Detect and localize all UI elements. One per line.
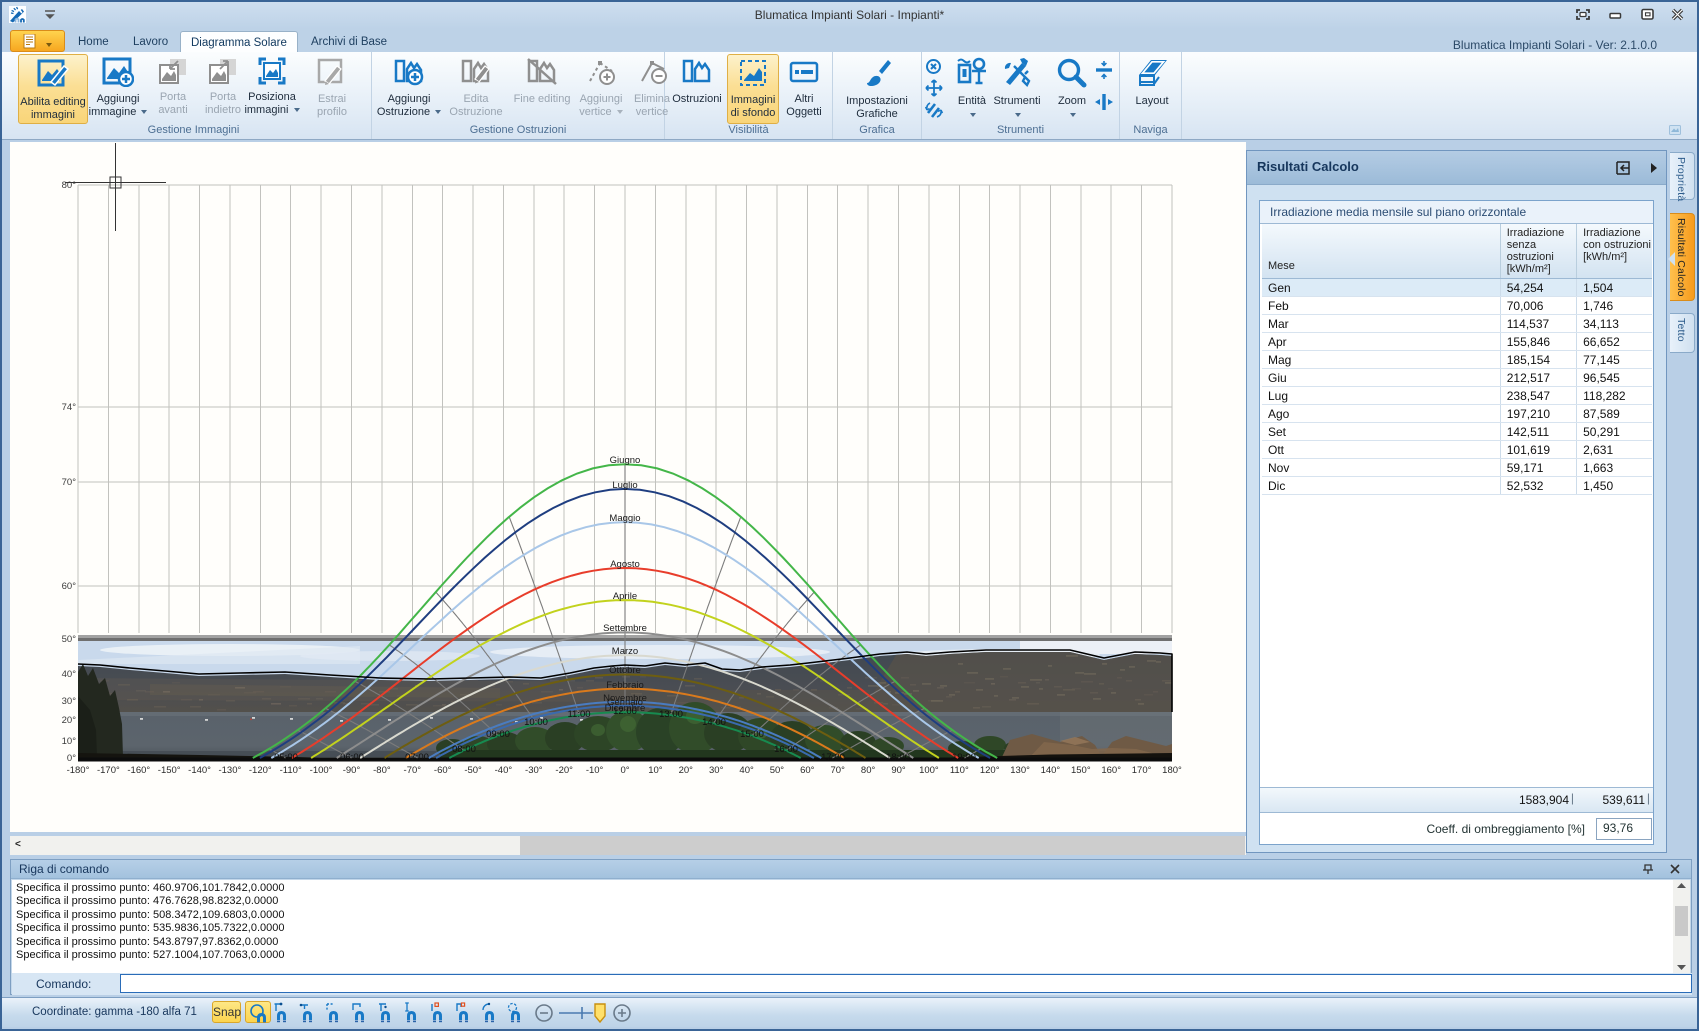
svg-text:05:00: 05:00 [274, 752, 298, 763]
svg-text:74°: 74° [62, 402, 77, 413]
svg-text:-150°: -150° [158, 765, 181, 776]
svg-text:Luglio: Luglio [612, 480, 637, 491]
svg-text:-160°: -160° [127, 765, 150, 776]
svg-text:100°: 100° [919, 765, 939, 776]
svg-text:-30°: -30° [525, 765, 543, 776]
svg-text:06:00: 06:00 [340, 752, 364, 763]
svg-text:40°: 40° [62, 669, 77, 680]
svg-text:Giugno: Giugno [610, 455, 641, 466]
svg-text:Settembre: Settembre [603, 623, 647, 634]
svg-text:Febbraio: Febbraio [606, 680, 644, 691]
svg-text:-180°: -180° [67, 765, 90, 776]
svg-text:10:00: 10:00 [524, 717, 548, 728]
svg-text:60°: 60° [62, 581, 77, 592]
svg-text:15:00: 15:00 [740, 729, 764, 740]
svg-text:60°: 60° [800, 765, 815, 776]
svg-text:150°: 150° [1071, 765, 1091, 776]
svg-text:50°: 50° [770, 765, 785, 776]
svg-text:-120°: -120° [249, 765, 272, 776]
svg-text:70°: 70° [62, 477, 77, 488]
svg-text:-100°: -100° [310, 765, 333, 776]
svg-text:140°: 140° [1041, 765, 1061, 776]
svg-text:-50°: -50° [464, 765, 482, 776]
svg-text:13:00: 13:00 [659, 709, 683, 720]
svg-text:Maggio: Maggio [609, 513, 640, 524]
svg-text:12:00: 12:00 [613, 706, 637, 717]
svg-text:0°: 0° [67, 753, 76, 764]
svg-text:19:00: 19:00 [952, 752, 976, 763]
svg-text:14:00: 14:00 [702, 717, 726, 728]
svg-text:11:00: 11:00 [567, 709, 590, 720]
svg-text:30°: 30° [62, 696, 77, 707]
svg-text:-90°: -90° [343, 765, 361, 776]
svg-text:16:00: 16:00 [774, 744, 798, 755]
svg-text:20°: 20° [62, 715, 77, 726]
svg-text:-170°: -170° [97, 765, 120, 776]
svg-text:09:00: 09:00 [486, 729, 510, 740]
svg-text:08:00: 08:00 [452, 744, 476, 755]
svg-text:180°: 180° [1162, 765, 1182, 776]
svg-text:Agosto: Agosto [610, 559, 640, 570]
svg-text:-10°: -10° [586, 765, 604, 776]
svg-text:110°: 110° [950, 765, 969, 776]
svg-text:20°: 20° [679, 765, 694, 776]
svg-text:90°: 90° [891, 765, 906, 776]
svg-text:17:00: 17:00 [821, 752, 845, 763]
svg-text:07:00: 07:00 [405, 752, 429, 763]
svg-text:Marzo: Marzo [612, 646, 638, 657]
svg-text:30°: 30° [709, 765, 724, 776]
svg-text:-110°: -110° [280, 765, 302, 776]
svg-text:-70°: -70° [404, 765, 422, 776]
svg-text:-80°: -80° [373, 765, 391, 776]
svg-text:10°: 10° [62, 736, 77, 747]
svg-text:-140°: -140° [188, 765, 211, 776]
svg-text:80°: 80° [62, 180, 77, 191]
svg-text:130°: 130° [1010, 765, 1030, 776]
svg-text:80°: 80° [861, 765, 876, 776]
svg-text:120°: 120° [980, 765, 1000, 776]
svg-text:-40°: -40° [495, 765, 513, 776]
svg-text:-60°: -60° [434, 765, 452, 776]
svg-text:160°: 160° [1101, 765, 1121, 776]
svg-text:-20°: -20° [555, 765, 573, 776]
svg-text:0°: 0° [620, 765, 629, 776]
svg-text:40°: 40° [739, 765, 754, 776]
svg-text:-130°: -130° [218, 765, 241, 776]
svg-text:10°: 10° [648, 765, 663, 776]
svg-text:50°: 50° [62, 634, 77, 645]
svg-text:170°: 170° [1132, 765, 1152, 776]
svg-text:70°: 70° [831, 765, 846, 776]
svg-text:Aprile: Aprile [613, 591, 637, 602]
svg-text:18:00: 18:00 [886, 752, 910, 763]
svg-text:Ottobre: Ottobre [609, 665, 641, 676]
